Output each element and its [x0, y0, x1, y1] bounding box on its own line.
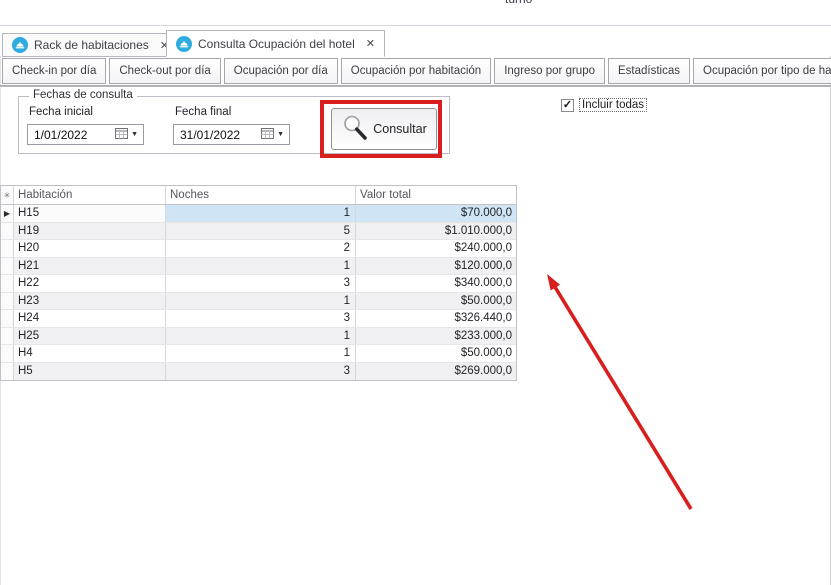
- cell-noches[interactable]: 1: [166, 258, 356, 275]
- hotel-bell-icon: [176, 36, 192, 52]
- groupbox-title: Fechas de consulta: [29, 89, 137, 101]
- table-row[interactable]: ▶ H151$70.000,0: [1, 205, 516, 223]
- top-separator: [0, 25, 831, 26]
- incluir-todas-checkbox[interactable]: ✓ Incluir todas: [561, 98, 647, 112]
- cell-habitacion[interactable]: H5: [14, 363, 166, 381]
- row-selector-cell[interactable]: [1, 345, 14, 362]
- table-row[interactable]: H195$1.010.000,0: [1, 223, 516, 241]
- row-selector-cell[interactable]: ▶: [1, 205, 14, 222]
- table-row[interactable]: H41$50.000,0: [1, 345, 516, 363]
- row-selector-cell[interactable]: [1, 310, 14, 327]
- row-selector-cell[interactable]: [1, 275, 14, 292]
- cell-noches[interactable]: 1: [166, 293, 356, 310]
- cell-valor-total[interactable]: $340.000,0: [356, 275, 516, 292]
- cell-valor-total[interactable]: $240.000,0: [356, 240, 516, 257]
- magnifier-icon: [341, 114, 368, 144]
- cell-valor-total[interactable]: $326.440,0: [356, 310, 516, 327]
- column-header-valor-total[interactable]: Valor total: [356, 186, 516, 204]
- cell-valor-total[interactable]: $50.000,0: [356, 293, 516, 310]
- cell-habitacion[interactable]: H25: [14, 328, 166, 345]
- row-selector-header-icon[interactable]: ✳: [1, 186, 14, 204]
- calendar-icon[interactable]: [115, 127, 128, 142]
- report-tab-3[interactable]: Ocupación por día: [224, 58, 338, 84]
- document-tab-label: Consulta Ocupación del hotel: [198, 37, 355, 51]
- cell-habitacion[interactable]: H24: [14, 310, 166, 327]
- hotel-bell-icon: [12, 37, 28, 53]
- cell-noches[interactable]: 5: [166, 223, 356, 240]
- fecha-inicial-value[interactable]: 1/01/2022: [34, 128, 115, 142]
- report-tab-6[interactable]: Estadísticas: [608, 58, 690, 84]
- cell-valor-total[interactable]: $233.000,0: [356, 328, 516, 345]
- incluir-todas-label[interactable]: Incluir todas: [579, 98, 647, 112]
- top-partial-text: turno: [505, 0, 532, 6]
- report-tab-2[interactable]: Check-out por día: [109, 58, 220, 84]
- document-tab-1[interactable]: Rack de habitaciones✕: [2, 33, 179, 57]
- document-tab-bar: Rack de habitaciones✕Consulta Ocupación …: [0, 30, 831, 57]
- chevron-down-icon[interactable]: ▼: [131, 131, 138, 138]
- report-tab-7[interactable]: Ocupación por tipo de habitación: [693, 58, 831, 84]
- table-row[interactable]: H251$233.000,0: [1, 328, 516, 346]
- fecha-final-label: Fecha final: [175, 106, 231, 118]
- table-row[interactable]: H53$269.000,0: [1, 363, 516, 381]
- cell-noches[interactable]: 1: [166, 328, 356, 345]
- cell-habitacion[interactable]: H21: [14, 258, 166, 275]
- consultar-button[interactable]: Consultar: [331, 108, 437, 150]
- chevron-down-icon[interactable]: ▼: [277, 131, 284, 138]
- app-window: turno Rack de habitaciones✕Consulta Ocup…: [0, 0, 831, 585]
- fecha-final-datepicker[interactable]: 31/01/2022 ▼: [173, 124, 290, 145]
- report-tab-4[interactable]: Ocupación por habitación: [341, 58, 491, 84]
- document-tab-baseline: [0, 86, 831, 87]
- row-selector-cell[interactable]: [1, 240, 14, 257]
- table-row[interactable]: H211$120.000,0: [1, 258, 516, 276]
- cell-noches[interactable]: 3: [166, 363, 356, 381]
- cell-valor-total[interactable]: $70.000,0: [356, 205, 516, 222]
- column-header-habitacion[interactable]: Habitación: [14, 186, 166, 204]
- report-tab-baseline: [0, 85, 831, 86]
- table-row[interactable]: H231$50.000,0: [1, 293, 516, 311]
- fechas-de-consulta-groupbox: Fechas de consulta Fecha inicial 1/01/20…: [18, 96, 450, 154]
- cell-valor-total[interactable]: $120.000,0: [356, 258, 516, 275]
- cell-habitacion[interactable]: H22: [14, 275, 166, 292]
- report-tab-1[interactable]: Check-in por día: [2, 58, 106, 84]
- row-selector-cell[interactable]: [1, 328, 14, 345]
- row-selector-cell[interactable]: [1, 223, 14, 240]
- cell-habitacion[interactable]: H4: [14, 345, 166, 362]
- calendar-icon[interactable]: [261, 127, 274, 142]
- fecha-final-value[interactable]: 31/01/2022: [180, 128, 261, 142]
- column-header-noches[interactable]: Noches: [166, 186, 356, 204]
- document-tab-2[interactable]: Consulta Ocupación del hotel ✕: [166, 30, 385, 57]
- table-row[interactable]: H243$326.440,0: [1, 310, 516, 328]
- row-selector-cell[interactable]: [1, 363, 14, 381]
- cell-valor-total[interactable]: $269.000,0: [356, 363, 516, 381]
- cell-noches[interactable]: 2: [166, 240, 356, 257]
- checkbox-check-icon[interactable]: ✓: [561, 99, 574, 112]
- close-icon[interactable]: ✕: [366, 37, 375, 50]
- row-selector-cell[interactable]: [1, 258, 14, 275]
- table-row[interactable]: H223$340.000,0: [1, 275, 516, 293]
- report-tab-5[interactable]: Ingreso por grupo: [494, 58, 605, 84]
- current-row-arrow-icon: ▶: [4, 209, 10, 218]
- cell-noches[interactable]: 1: [166, 205, 356, 222]
- fecha-inicial-label: Fecha inicial: [29, 106, 93, 118]
- cell-valor-total[interactable]: $1.010.000,0: [356, 223, 516, 240]
- consultar-button-label: Consultar: [373, 122, 427, 136]
- report-tab-bar: Check-in por díaCheck-out por díaOcupaci…: [2, 58, 831, 85]
- cell-habitacion[interactable]: H23: [14, 293, 166, 310]
- document-tab-label: Rack de habitaciones: [34, 38, 149, 52]
- table-header-row: ✳ Habitación Noches Valor total: [1, 186, 516, 205]
- cell-valor-total[interactable]: $50.000,0: [356, 345, 516, 362]
- cell-habitacion[interactable]: H15: [14, 205, 166, 222]
- cell-noches[interactable]: 3: [166, 310, 356, 327]
- cell-habitacion[interactable]: H20: [14, 240, 166, 257]
- table-row[interactable]: H202$240.000,0: [1, 240, 516, 258]
- cell-habitacion[interactable]: H19: [14, 223, 166, 240]
- cell-noches[interactable]: 1: [166, 345, 356, 362]
- row-selector-cell[interactable]: [1, 293, 14, 310]
- ocupacion-table: ✳ Habitación Noches Valor total ▶H151$70…: [0, 185, 517, 381]
- fecha-inicial-datepicker[interactable]: 1/01/2022 ▼: [27, 124, 144, 145]
- cell-noches[interactable]: 3: [166, 275, 356, 292]
